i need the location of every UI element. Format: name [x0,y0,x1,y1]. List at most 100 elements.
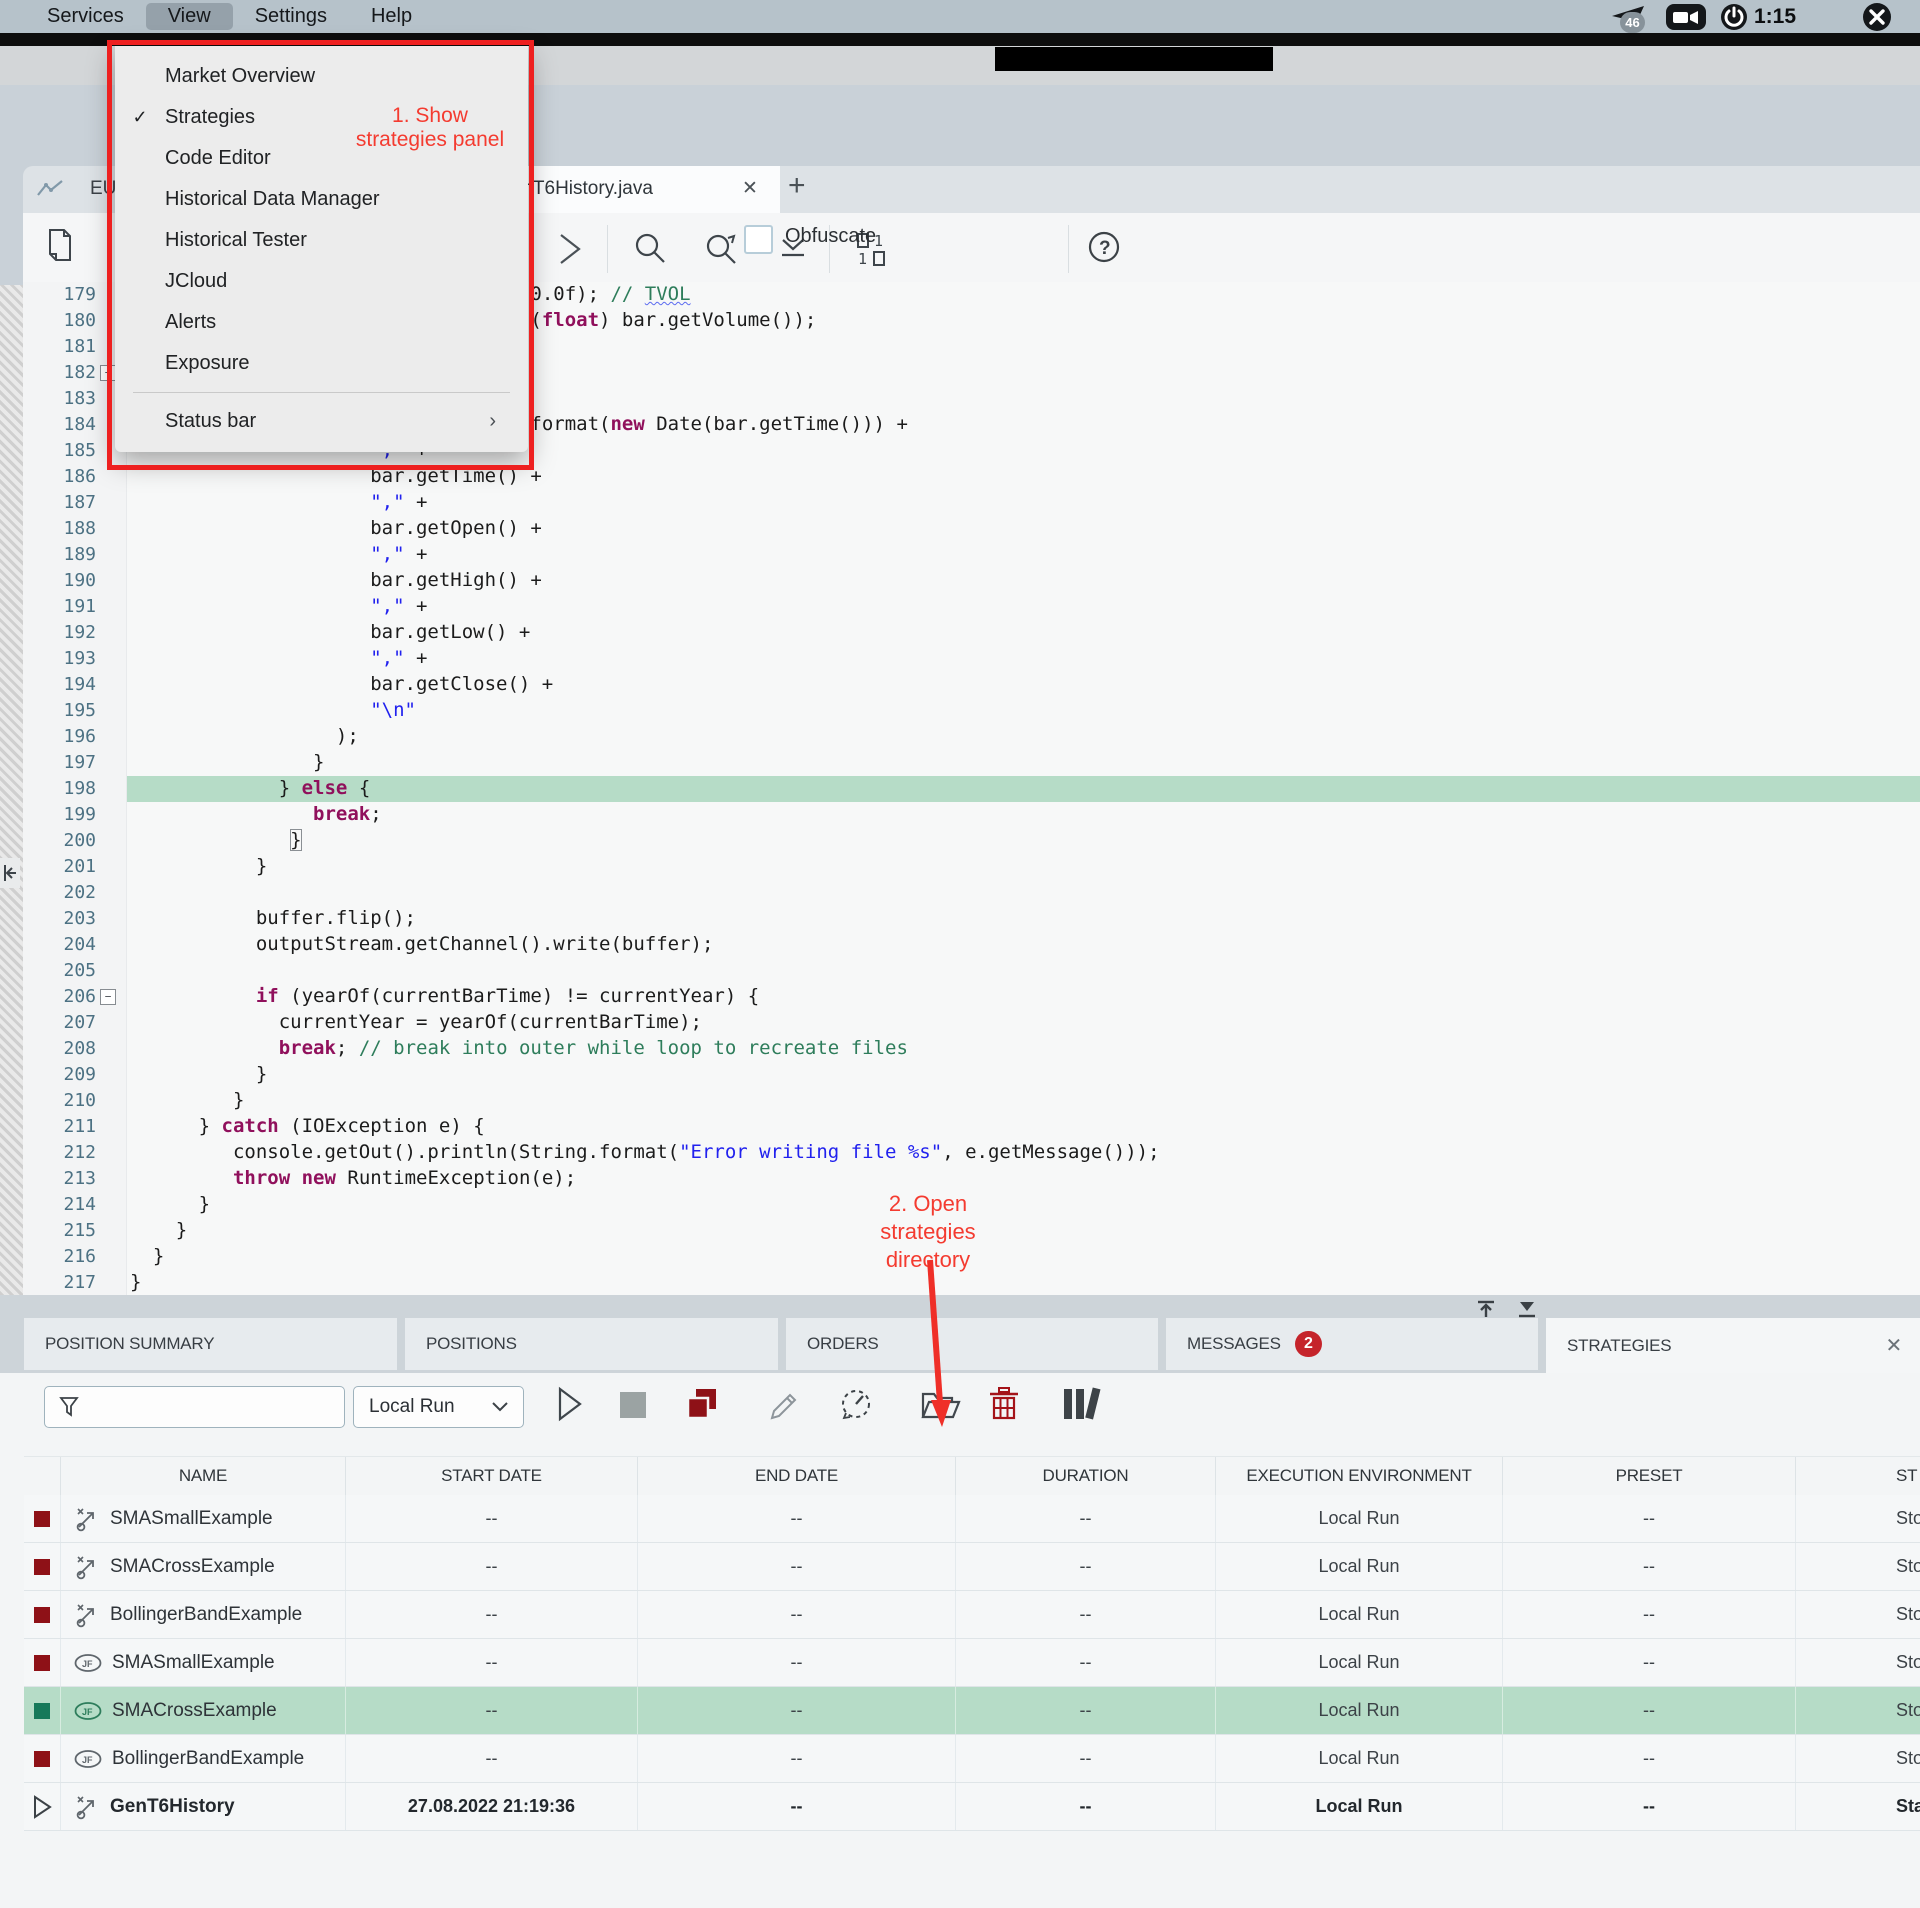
add-tab-icon[interactable]: + [788,169,806,203]
svg-text:JF: JF [82,1707,93,1717]
code-line-212: 212 console.getOut().println(String.form… [23,1140,1920,1166]
chevron-down-icon [491,1401,509,1413]
line-number: 203 [23,908,96,929]
panel-tab-position-summary[interactable]: POSITION SUMMARY [24,1318,397,1370]
collapse-panel-handle[interactable] [0,858,20,888]
line-number: 189 [23,544,96,565]
run-mode-select[interactable]: Local Run [353,1386,524,1428]
app-status-icon[interactable] [1862,2,1892,32]
strategy-library-icon[interactable] [1062,1386,1112,1422]
line-number: 214 [23,1194,96,1215]
strategy-filter-input[interactable] [44,1386,345,1428]
run-strategy-icon[interactable] [553,1385,587,1423]
strategy-icon [74,1602,100,1628]
execution-environment-cell: Local Run [1216,1735,1503,1782]
line-number: 180 [23,310,96,331]
menubar-item-services[interactable]: Services [25,3,146,30]
strategy-row-bollingerbandexample[interactable]: JFBollingerBandExample------Local Run--S… [24,1735,1920,1783]
send-plane-icon[interactable]: 46 [1610,0,1652,33]
stopped-status-icon [24,1639,61,1686]
strategy-name: SMACrossExample [112,1700,277,1722]
start-date-cell: -- [346,1639,638,1686]
obfuscate-checkbox[interactable] [744,225,773,254]
execution-environment-cell: Local Run [1216,1543,1503,1590]
strategy-row-bollingerbandexample[interactable]: BollingerBandExample------Local Run--Sto [24,1591,1920,1639]
strategy-name: SMASmallExample [110,1508,273,1530]
column-header-execution-environment[interactable]: EXECUTION ENVIRONMENT [1216,1457,1503,1495]
help-icon[interactable]: ? [1087,230,1123,266]
menubar-item-settings[interactable]: Settings [233,3,349,30]
strategy-row-smasmallexample[interactable]: SMASmallExample------Local Run--Sto [24,1495,1920,1543]
toolbar-separator [1068,225,1069,273]
strategy-row-smacrossexample[interactable]: JFSMACrossExample------Local Run--Sto [24,1687,1920,1735]
execution-environment-cell: Local Run [1216,1639,1503,1686]
screen-time-indicator[interactable]: 1:15 [1720,3,1796,31]
menubar-item-help[interactable]: Help [349,3,434,30]
line-number: 204 [23,934,96,955]
column-header-name[interactable]: NAME [61,1457,346,1495]
strategy-name-cell: JFSMASmallExample [61,1639,346,1686]
line-number: 205 [23,960,96,981]
preset-cell: -- [1503,1735,1796,1782]
visual-strategy-eye-icon: JF [74,1701,102,1721]
stop-strategy-icon[interactable] [620,1392,646,1418]
code-line-192: 192 bar.getLow() + [23,620,1920,646]
visual-strategy-eye-icon: JF [74,1749,102,1769]
line-number: 206 [23,986,96,1007]
execution-environment-cell: Local Run [1216,1783,1503,1830]
line-number: 217 [23,1272,96,1293]
search-replace-icon[interactable] [703,232,741,266]
column-header-st[interactable]: ST [1796,1457,1920,1495]
stopped-status-icon [24,1735,61,1782]
search-icon[interactable] [634,232,668,266]
annotation-step1: 1. Show strategies panel [320,104,540,152]
strategy-row-smasmallexample[interactable]: JFSMASmallExample------Local Run--Sto [24,1639,1920,1687]
run-step-icon[interactable] [555,231,585,267]
panel-close-icon[interactable]: ✕ [1885,1333,1902,1358]
code-line-210: 210 } [23,1088,1920,1114]
column-header-status[interactable] [24,1457,61,1495]
code-line-194: 194 bar.getClose() + [23,672,1920,698]
duration-cell: -- [956,1591,1216,1638]
left-scroll-strip[interactable] [0,285,23,1295]
chart-line-icon [36,178,66,200]
column-header-duration[interactable]: DURATION [956,1457,1216,1495]
panel-tab-messages[interactable]: MESSAGES2 [1166,1318,1538,1370]
new-file-icon[interactable] [43,227,73,267]
strategy-icon [74,1794,100,1820]
panel-tab-strategies[interactable]: STRATEGIES✕ [1546,1318,1920,1373]
stop-all-strategies-icon[interactable] [685,1387,721,1423]
line-number: 210 [23,1090,96,1111]
strategy-row-gent6history[interactable]: GenT6History27.08.2022 21:19:36----Local… [24,1783,1920,1831]
start-date-cell: 27.08.2022 21:19:36 [346,1783,638,1830]
start-date-cell: -- [346,1591,638,1638]
start-date-cell: -- [346,1735,638,1782]
delete-preset-icon[interactable] [987,1386,1021,1422]
column-header-end-date[interactable]: END DATE [638,1457,956,1495]
line-number: 184 [23,414,96,435]
column-header-preset[interactable]: PRESET [1503,1457,1796,1495]
duration-cell: -- [956,1783,1216,1830]
svg-text:JF: JF [82,1755,93,1765]
code-line-206: 206− if (yearOf(currentBarTime) != curre… [23,984,1920,1010]
line-number: 199 [23,804,96,825]
camera-icon[interactable] [1666,4,1706,30]
fold-marker-icon[interactable]: − [100,989,116,1005]
panel-tab-label: ORDERS [807,1334,879,1354]
filter-funnel-icon [57,1395,81,1419]
code-line-197: 197 } [23,750,1920,776]
menubar-item-view[interactable]: View [146,3,233,30]
performance-gauge-icon[interactable] [838,1386,874,1422]
panel-tab-label: POSITIONS [426,1334,517,1354]
start-date-cell: -- [346,1495,638,1542]
strategy-row-smacrossexample[interactable]: SMACrossExample------Local Run--Sto [24,1543,1920,1591]
state-cell: Sto [1796,1687,1920,1734]
maximize-panel-icon[interactable] [1475,1299,1497,1319]
tab-close-icon[interactable]: ✕ [742,177,758,200]
column-header-start-date[interactable]: START DATE [346,1457,638,1495]
edit-strategy-icon[interactable] [768,1387,802,1421]
minimize-panel-icon[interactable] [1516,1299,1538,1319]
strategy-name: BollingerBandExample [112,1748,304,1770]
code-line-198: 198 } else { [23,776,1920,802]
panel-tab-positions[interactable]: POSITIONS [405,1318,778,1370]
